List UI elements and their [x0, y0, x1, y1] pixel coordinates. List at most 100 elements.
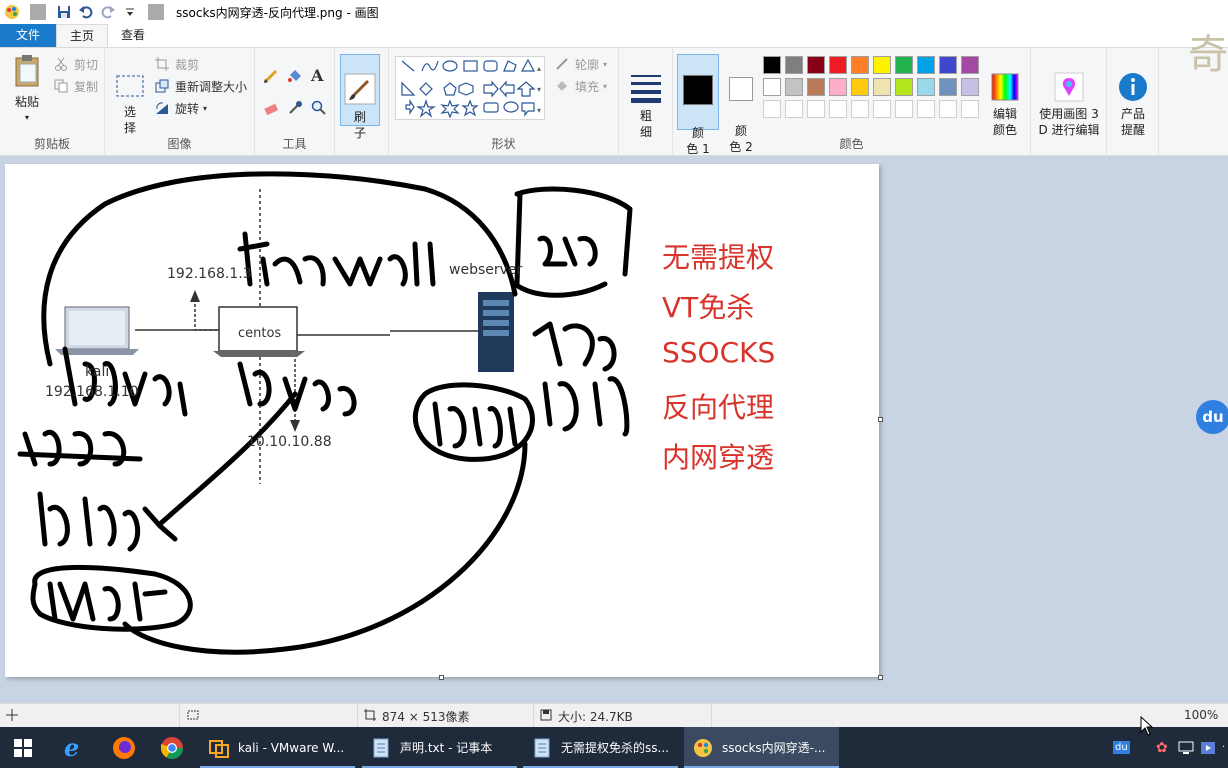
redo-icon[interactable] — [100, 4, 116, 20]
ribbon-tabs: 文件 主页 查看 — [0, 24, 1228, 48]
crop-button[interactable]: 裁剪 — [155, 56, 199, 73]
paste-label: 粘贴 — [14, 95, 39, 109]
notepad-icon — [373, 738, 389, 757]
pencil-icon[interactable] — [263, 68, 279, 87]
ie-taskbar-button[interactable]: e — [56, 727, 96, 768]
undo-icon[interactable] — [78, 4, 94, 20]
color-picker-icon[interactable] — [287, 100, 303, 119]
info-icon — [1119, 73, 1147, 101]
corner-char: 奇 — [1188, 32, 1228, 78]
palette-custom-slot[interactable] — [785, 100, 803, 118]
image-dimensions-cell: 874 × 513像素 — [358, 704, 534, 728]
eraser-icon[interactable] — [263, 100, 279, 119]
resize-handle-right[interactable] — [878, 417, 883, 422]
taskbar-item-notepad-2[interactable]: 无需提权免杀的ss... — [523, 727, 678, 768]
palette-swatch[interactable] — [917, 56, 935, 74]
baidu-tray-icon[interactable]: du — [1105, 727, 1131, 768]
taskbar-item-paint[interactable]: ssocks内网穿透-... — [684, 727, 839, 768]
palette-swatch[interactable] — [807, 78, 825, 96]
rotate-button[interactable]: 旋转 ▾ — [155, 100, 207, 117]
palette-swatch[interactable] — [895, 56, 913, 74]
resize-handle-corner[interactable] — [878, 675, 883, 680]
tab-view[interactable]: 查看 — [108, 24, 158, 47]
palette-swatch[interactable] — [873, 56, 891, 74]
paint3d-button[interactable]: 使用画图 3 D 进行编辑 — [1035, 56, 1103, 154]
palette-custom-slot[interactable] — [939, 100, 957, 118]
drawing-canvas[interactable]: 192.168.1.3 centos webserver kali 192.16… — [5, 164, 879, 677]
palette-swatch[interactable] — [939, 56, 957, 74]
brushes-button[interactable]: 刷 子 — [340, 54, 380, 140]
tab-home[interactable]: 主页 — [56, 24, 109, 47]
taskbar-item-vmware[interactable]: kali - VMware W... — [200, 727, 355, 768]
fill-button[interactable]: 填充 ▾ — [555, 78, 607, 95]
palette-custom-slot[interactable] — [917, 100, 935, 118]
zoom-level[interactable]: 100% — [1184, 708, 1218, 722]
color1-swatch — [683, 75, 713, 105]
chrome-taskbar-button[interactable] — [152, 727, 192, 768]
palette-custom-slot[interactable] — [763, 100, 781, 118]
file-size-cell: 大小: 24.7KB — [534, 704, 712, 728]
palette-swatch[interactable] — [851, 56, 869, 74]
fill-bucket-icon[interactable] — [287, 68, 303, 87]
palette-swatch[interactable] — [895, 78, 913, 96]
tray-more[interactable]: · — [1214, 727, 1228, 768]
ip-label-2: 10.10.10.88 — [247, 434, 332, 450]
cut-button[interactable]: 剪切 — [54, 56, 98, 73]
select-rect-icon — [116, 75, 144, 97]
image-group-label: 图像 — [167, 137, 192, 151]
palette-swatch[interactable] — [785, 56, 803, 74]
customize-qa-icon[interactable] — [122, 4, 138, 20]
kali-label: kali — [85, 364, 110, 380]
palette-custom-slot[interactable] — [873, 100, 891, 118]
paste-button[interactable]: 粘贴 ▾ — [8, 54, 46, 126]
palette-swatch[interactable] — [917, 78, 935, 96]
brushes-label: 刷 子 — [353, 110, 366, 140]
notepad-icon — [534, 738, 550, 757]
clipboard-group-label: 剪贴板 — [33, 137, 70, 151]
side-badge[interactable]: du — [1196, 400, 1228, 434]
windows-logo-icon — [14, 738, 32, 757]
save-icon[interactable] — [56, 4, 72, 20]
palette-swatch[interactable] — [763, 78, 781, 96]
palette-custom-slot[interactable] — [961, 100, 979, 118]
tray-network-icon[interactable] — [1170, 727, 1194, 768]
palette-swatch[interactable] — [829, 78, 847, 96]
baidu-icon: du — [1113, 741, 1130, 754]
tray-volume-icon[interactable] — [1192, 727, 1216, 768]
outline-label: 轮廓 — [575, 58, 600, 72]
palette-swatch[interactable] — [939, 78, 957, 96]
palette-custom-slot[interactable] — [807, 100, 825, 118]
start-button[interactable] — [4, 727, 44, 768]
shapes-scroll[interactable]: ▴ ▾ ▾ — [537, 58, 541, 121]
palette-swatch[interactable] — [873, 78, 891, 96]
firefox-taskbar-button[interactable] — [104, 727, 144, 768]
palette-swatch[interactable] — [807, 56, 825, 74]
palette-custom-slot[interactable] — [895, 100, 913, 118]
palette-swatch[interactable] — [851, 78, 869, 96]
magnifier-icon[interactable] — [311, 100, 327, 119]
resize-icon — [155, 79, 171, 95]
workspace: 192.168.1.3 centos webserver kali 192.16… — [0, 157, 1228, 703]
shapes-gallery[interactable] — [395, 56, 545, 120]
paste-icon — [15, 55, 39, 87]
palette-swatch[interactable] — [961, 56, 979, 74]
palette-swatch[interactable] — [763, 56, 781, 74]
color2-button[interactable]: 颜 色 2 — [723, 54, 759, 171]
taskbar-item-notepad[interactable]: 声明.txt - 记事本 — [362, 727, 517, 768]
palette-swatch[interactable] — [829, 56, 847, 74]
resize-handle-bottom[interactable] — [439, 675, 444, 680]
chrome-icon — [161, 736, 183, 759]
product-tips-button[interactable]: 产品 提醒 — [1113, 56, 1153, 154]
outline-button[interactable]: 轮廓 ▾ — [555, 56, 607, 73]
brushes-group: 刷 子 — [335, 48, 389, 156]
resize-button[interactable]: 重新调整大小 — [155, 78, 247, 95]
palette-swatch[interactable] — [961, 78, 979, 96]
copy-button[interactable]: 复制 — [54, 78, 98, 95]
palette-custom-slot[interactable] — [851, 100, 869, 118]
palette-custom-slot[interactable] — [829, 100, 847, 118]
palette-swatch[interactable] — [785, 78, 803, 96]
text-tool-icon[interactable]: A — [311, 66, 323, 85]
size-button[interactable]: 粗 细 — [627, 56, 665, 156]
tab-file[interactable]: 文件 — [0, 24, 56, 47]
color1-button[interactable]: 颜 色 1 — [677, 54, 719, 156]
